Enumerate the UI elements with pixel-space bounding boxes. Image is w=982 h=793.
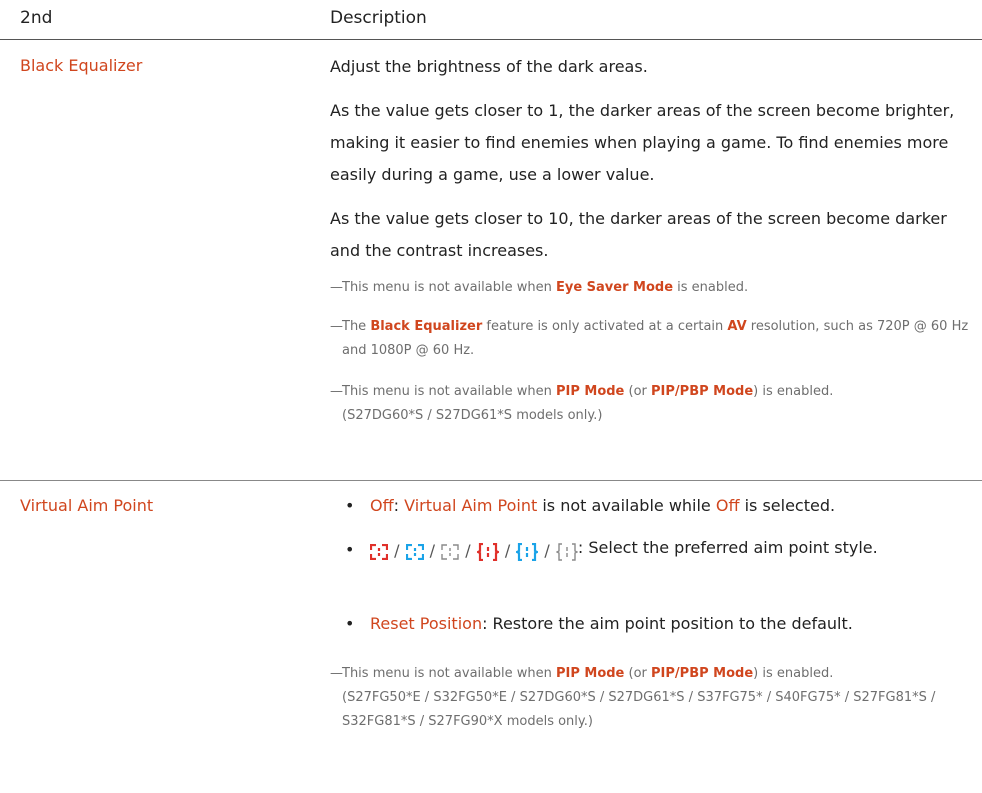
bullet-icon: • [345, 614, 355, 633]
paragraph-adjust-brightness: Adjust the brightness of the dark areas. [330, 57, 648, 76]
note-models-2: (S27FG50*E / S32FG50*E / S27DG60*S / S27… [342, 690, 936, 729]
note-dash-icon: — [330, 666, 343, 681]
note-pip-mode-1: — This menu is not available when PIP Mo… [330, 380, 970, 428]
bullet-icon: • [345, 540, 355, 559]
aim-style-icons: / / / / / [369, 540, 579, 562]
term-black-equalizer: Black Equalizer [20, 56, 143, 75]
bullet-aim-styles: / / / / /: Select the preferred aim poi… [369, 537, 970, 562]
note-dash-icon: — [330, 280, 343, 295]
note-dash-icon: — [330, 384, 343, 399]
aim-style-blue-square-icon [405, 543, 424, 560]
bullet-off: Off: Virtual Aim Point is not available … [370, 496, 836, 515]
aim-style-gray-square-icon [441, 543, 459, 560]
term-virtual-aim-point: Virtual Aim Point [20, 496, 154, 515]
column-header-description: Description [330, 8, 427, 28]
column-header-2nd: 2nd [20, 8, 53, 28]
note-dash-icon: — [330, 319, 343, 334]
table-header: 2nd Description [0, 0, 982, 40]
note-models-1: (S27DG60*S / S27DG61*S models only.) [342, 408, 603, 423]
aim-style-gray-bracket-icon [555, 542, 579, 561]
paragraph-value-closer-10: As the value gets closer to 10, the dark… [330, 209, 947, 260]
paragraph-value-closer-1: As the value gets closer to 1, the darke… [330, 101, 955, 184]
bullet-reset-position: Reset Position: Restore the aim point po… [370, 614, 853, 633]
row-separator [0, 480, 982, 481]
note-black-equalizer-resolution: — The Black Equalizer feature is only ac… [330, 315, 970, 363]
aim-style-red-bracket-icon [475, 542, 501, 561]
note-pip-mode-2: — This menu is not available when PIP Mo… [330, 662, 970, 734]
bullet-icon: • [345, 496, 355, 515]
aim-style-blue-bracket-icon [514, 542, 540, 561]
note-eye-saver: — This menu is not available when Eye Sa… [330, 276, 970, 300]
aim-style-red-square-icon [369, 543, 389, 560]
